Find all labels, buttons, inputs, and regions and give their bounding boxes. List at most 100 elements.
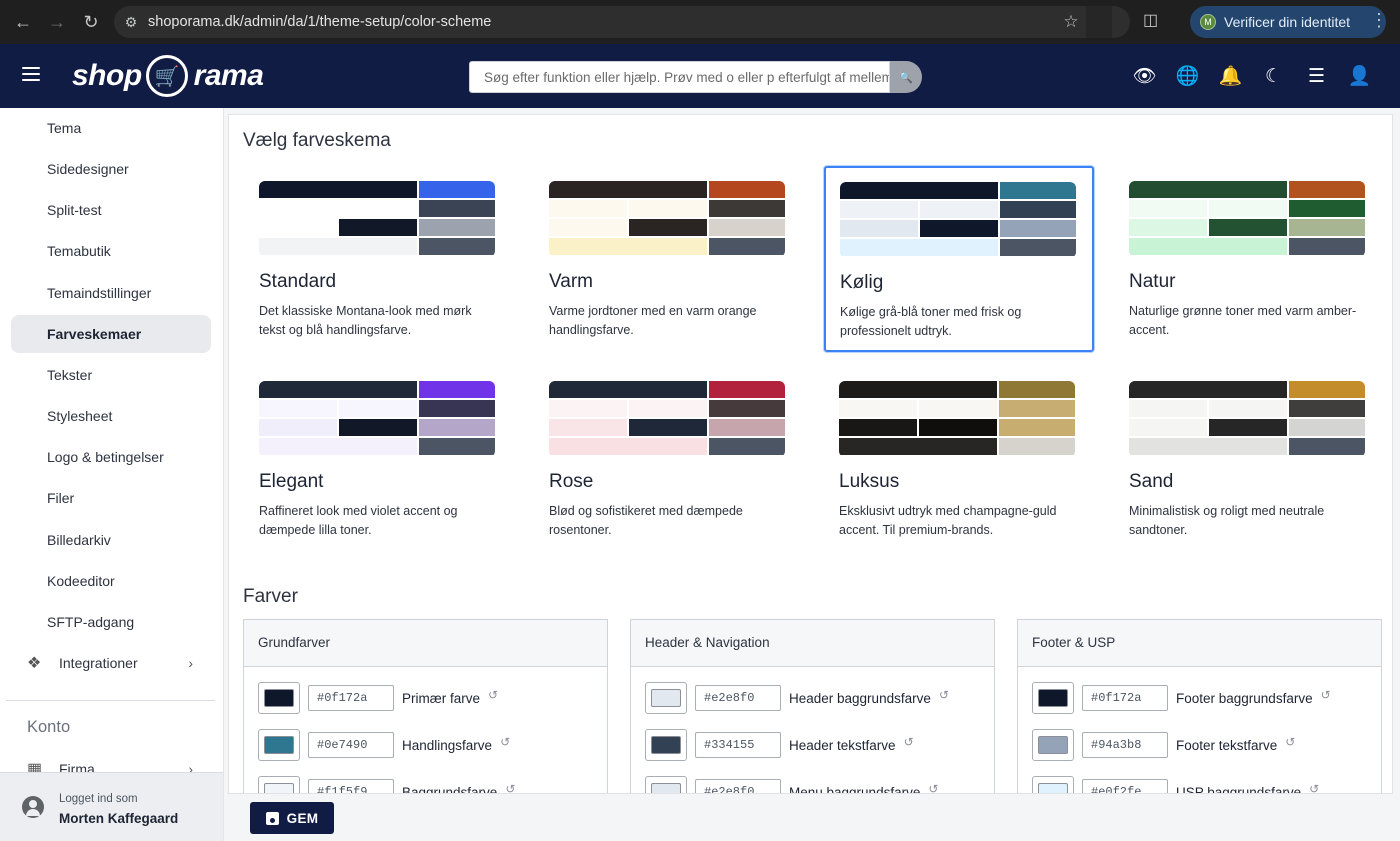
scheme-name: Sand xyxy=(1129,471,1174,492)
color-picker-button[interactable] xyxy=(1032,729,1074,761)
color-swatch xyxy=(1038,736,1068,754)
reset-icon[interactable]: ↺ xyxy=(928,782,938,793)
profile-avatar-icon: M xyxy=(1200,14,1216,30)
color-picker-button[interactable] xyxy=(1032,682,1074,714)
reset-icon[interactable]: ↺ xyxy=(1321,688,1331,702)
hex-input[interactable]: #f1f5f9 xyxy=(308,779,394,793)
scheme-card-sand[interactable]: Sand Minimalistisk og roligt med neutrale… xyxy=(1114,366,1384,552)
user-icon[interactable]: 👤 xyxy=(1348,64,1372,88)
search-field[interactable] xyxy=(469,61,890,93)
hex-input[interactable]: #334155 xyxy=(695,732,781,758)
bookmark-star-icon[interactable]: ☆ xyxy=(1056,12,1086,32)
sidebar-item-farveskemaer[interactable]: Farveskemaer xyxy=(11,315,211,353)
logo[interactable]: shop 🛒 rama xyxy=(72,54,264,98)
preview-swatch xyxy=(709,400,785,417)
globe-icon[interactable]: 🌐 xyxy=(1176,64,1200,88)
sidebar-item-logo-betingelser[interactable]: Logo & betingelser xyxy=(11,438,211,476)
scheme-name: Kølig xyxy=(840,272,884,293)
preview-swatch xyxy=(549,419,627,436)
extensions-icon[interactable]: ◫ xyxy=(1143,10,1158,30)
sidebar-item-filer[interactable]: Filer xyxy=(11,479,211,517)
color-picker-button[interactable] xyxy=(258,776,300,793)
preview-swatch xyxy=(419,200,495,217)
reset-icon[interactable]: ↺ xyxy=(505,782,515,793)
scheme-card-rose[interactable]: Rose Blød og sofistikeret med dæmpede ros… xyxy=(534,366,804,552)
scheme-card-natur[interactable]: Natur Naturlige grønne toner med varm amb… xyxy=(1114,166,1384,352)
scheme-card-kolig[interactable]: Kølig Kølige grå-blå toner med frisk og p… xyxy=(824,166,1094,352)
color-picker-button[interactable] xyxy=(645,776,687,793)
hex-input[interactable]: #0e7490 xyxy=(308,732,394,758)
hex-input[interactable]: #e0f2fe xyxy=(1082,779,1168,793)
preview-swatch xyxy=(629,419,707,436)
preview-swatch xyxy=(419,181,495,198)
preview-swatch xyxy=(709,181,785,198)
color-picker-button[interactable] xyxy=(1032,776,1074,793)
sidebar-item-billedarkiv[interactable]: Billedarkiv xyxy=(11,521,211,559)
hex-input[interactable]: #94a3b8 xyxy=(1082,732,1168,758)
sidebar-item-split-test[interactable]: Split-test xyxy=(11,191,211,229)
reload-icon[interactable]: ↻ xyxy=(74,5,108,39)
color-picker-button[interactable] xyxy=(258,729,300,761)
save-button[interactable]: GEM xyxy=(250,802,334,834)
color-picker-button[interactable] xyxy=(645,729,687,761)
sidebar-item-temaindstillinger[interactable]: Temaindstillinger xyxy=(11,274,211,312)
forward-icon[interactable]: → xyxy=(40,5,74,39)
color-picker-button[interactable] xyxy=(645,682,687,714)
search-input[interactable] xyxy=(484,69,889,85)
menu-icon[interactable] xyxy=(22,67,40,81)
reset-icon[interactable]: ↺ xyxy=(1309,782,1319,793)
hex-input[interactable]: #e2e8f0 xyxy=(695,779,781,793)
sidebar-item-integrationer[interactable]: ❖ Integrationer › xyxy=(11,644,211,682)
back-icon[interactable]: ← xyxy=(6,5,40,39)
sidebar-item-label: Stylesheet xyxy=(47,408,113,424)
preview-swatch xyxy=(709,219,785,236)
reset-icon[interactable]: ↺ xyxy=(500,735,510,749)
eye-icon[interactable]: 👁 xyxy=(1132,64,1156,88)
bell-icon[interactable]: 🔔 xyxy=(1219,64,1243,88)
reset-icon[interactable]: ↺ xyxy=(904,735,914,749)
scheme-description: Det klassiske Montana-look med mørk teks… xyxy=(259,304,472,337)
hex-input[interactable]: #0f172a xyxy=(1082,685,1168,711)
puzzle-icon: ❖ xyxy=(27,655,42,672)
scheme-card-elegant[interactable]: Elegant Raffineret look med violet accent… xyxy=(244,366,514,552)
reset-icon[interactable]: ↺ xyxy=(939,688,949,702)
sidebar-item-temabutik[interactable]: Temabutik xyxy=(11,232,211,270)
scheme-preview xyxy=(259,181,495,257)
reset-icon[interactable]: ↺ xyxy=(488,688,498,702)
sidebar-item-tema[interactable]: Tema xyxy=(11,109,211,147)
hex-input[interactable]: #e2e8f0 xyxy=(695,685,781,711)
browser-menu-icon[interactable]: ⋮ xyxy=(1370,10,1388,31)
scheme-preview xyxy=(259,381,495,457)
scheme-name: Natur xyxy=(1129,271,1176,292)
preview-swatch xyxy=(840,201,918,218)
color-swatch xyxy=(651,736,681,754)
verify-identity-button[interactable]: M Verificer din identitet xyxy=(1190,6,1386,38)
sidebar-item-stylesheet[interactable]: Stylesheet xyxy=(11,397,211,435)
color-label: Primær farve xyxy=(402,690,481,706)
preview-swatch xyxy=(1289,200,1365,217)
browser-toolbar: ← → ↻ ⚙ shoporama.dk/admin/da/1/theme-se… xyxy=(0,0,1400,44)
hex-input[interactable]: #0f172a xyxy=(308,685,394,711)
scheme-card-standard[interactable]: Standard Det klassiske Montana-look med m… xyxy=(244,166,514,352)
section-title-colors: Farver xyxy=(243,586,298,607)
sidebar-item-label: Farveskemaer xyxy=(47,326,142,342)
reset-icon[interactable]: ↺ xyxy=(1285,735,1295,749)
color-picker-button[interactable] xyxy=(258,682,300,714)
site-settings-icon[interactable]: ⚙ xyxy=(114,14,148,31)
preview-swatch xyxy=(259,438,417,455)
storage-icon[interactable]: ☰ xyxy=(1306,64,1327,88)
sidebar-item-tekster[interactable]: Tekster xyxy=(11,356,211,394)
moon-icon[interactable]: ☾ xyxy=(1263,64,1284,88)
sidebar-item-label: Tekster xyxy=(47,367,93,383)
sidebar-item-sidedesigner[interactable]: Sidedesigner xyxy=(11,150,211,188)
preview-swatch xyxy=(1000,220,1076,237)
sidebar-item-sftp-adgang[interactable]: SFTP-adgang xyxy=(11,603,211,641)
url-text[interactable]: shoporama.dk/admin/da/1/theme-setup/colo… xyxy=(148,14,1056,30)
sidebar-item-label: Billedarkiv xyxy=(47,532,111,548)
sidebar-item-kodeeditor[interactable]: Kodeeditor xyxy=(11,562,211,600)
search-button[interactable]: 🔍 xyxy=(890,61,922,93)
scheme-name: Varm xyxy=(549,271,593,292)
scheme-card-luksus[interactable]: Luksus Eksklusivt udtryk med champagne-gu… xyxy=(824,366,1094,552)
address-bar[interactable]: ⚙ shoporama.dk/admin/da/1/theme-setup/co… xyxy=(114,6,1130,38)
scheme-card-varm[interactable]: Varm Varme jordtoner med en varm orange h… xyxy=(534,166,804,352)
